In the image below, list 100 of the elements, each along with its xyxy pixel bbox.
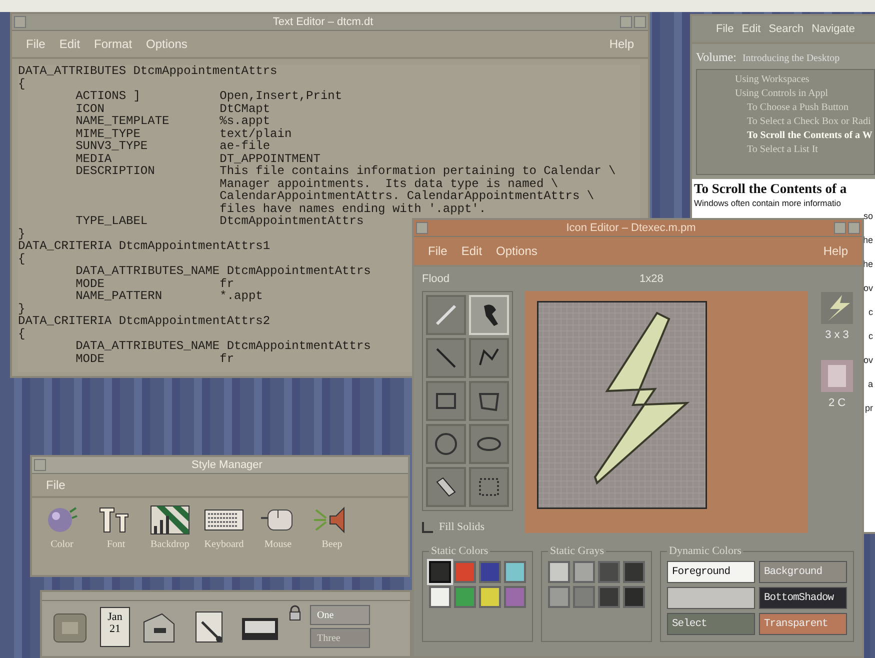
- topic-link[interactable]: To Scroll the Contents of a W: [747, 130, 872, 141]
- help-text-fragment: a: [868, 379, 873, 389]
- minimize-button[interactable]: [834, 222, 846, 234]
- shade-swatch[interactable]: [548, 561, 570, 583]
- menu-item[interactable]: Edit: [59, 37, 80, 51]
- help-text-fragment: pr: [864, 403, 873, 413]
- shade-swatch[interactable]: [623, 586, 645, 608]
- help-text-fragment: so: [863, 211, 873, 221]
- item-label: Color: [50, 539, 74, 550]
- code-line: {: [18, 328, 26, 340]
- fill-solids-checkbox[interactable]: Fill Solids: [422, 521, 513, 533]
- menu-item[interactable]: Options: [146, 37, 188, 51]
- shade-swatch[interactable]: [573, 561, 595, 583]
- eraser-icon[interactable]: [426, 467, 466, 507]
- backdrop-icon[interactable]: [150, 504, 190, 536]
- color-swatch[interactable]: [454, 586, 476, 608]
- pencil-icon[interactable]: [426, 295, 466, 335]
- flood-fill-icon[interactable]: [469, 295, 509, 335]
- lock-icon[interactable]: [288, 605, 302, 621]
- menu-item[interactable]: File: [26, 37, 46, 51]
- menu-item[interactable]: Options: [496, 244, 538, 258]
- menu-item[interactable]: Edit: [742, 23, 761, 35]
- polygon-icon[interactable]: [469, 381, 509, 421]
- item-label: Font: [106, 539, 126, 550]
- zoom-label: 3 x 3: [825, 329, 849, 341]
- code-line: DATA_ATTRIBUTES_NAME DtcmAppointmentAttrs: [74, 340, 371, 352]
- item-label: Beep: [322, 539, 342, 550]
- color-swatch[interactable]: [429, 561, 451, 583]
- polyline-icon[interactable]: [469, 338, 509, 378]
- maximize-button[interactable]: [634, 16, 646, 28]
- help-text-fragment: ov: [863, 283, 873, 293]
- window-menu-button[interactable]: [14, 16, 26, 28]
- select-icon[interactable]: [469, 467, 509, 507]
- shade-swatch[interactable]: [598, 561, 620, 583]
- topic-link[interactable]: To Select a List It: [747, 144, 818, 155]
- help-menu[interactable]: Help: [823, 244, 848, 258]
- code-line: DATA_CRITERIA DtcmAppointmentAttrs1: [18, 240, 270, 252]
- topic-link[interactable]: Using Controls in Appl: [735, 88, 828, 99]
- code-line: NAME_TEMPLATE %s.appt: [74, 115, 270, 128]
- code-line: Manager appointments. Its data type is named \: [218, 178, 558, 190]
- help-text-fragment: ov: [863, 355, 873, 365]
- window-menu-button[interactable]: [34, 459, 46, 471]
- group-label: Static Grays: [549, 545, 606, 557]
- code-line: ICON DtCMapt: [74, 102, 270, 115]
- menu-item[interactable]: Search: [768, 23, 804, 35]
- menu-item[interactable]: File: [428, 244, 448, 258]
- code-line: CalendarAppointmentAttrs. CalendarAppointmentAttrs \: [218, 190, 594, 202]
- dynamic-color-button[interactable]: Transparent: [759, 613, 847, 635]
- code-line: DESCRIPTION This file contains information pertaining to Calendar \: [74, 165, 616, 178]
- help-text-fragment: c: [868, 307, 873, 317]
- color-swatch[interactable]: [504, 586, 526, 608]
- menu-item[interactable]: Format: [94, 37, 132, 51]
- code-line: TYPE_LABEL DtcmAppointmentAttrs: [74, 215, 364, 228]
- shade-swatch[interactable]: [598, 586, 620, 608]
- color-swatch[interactable]: [504, 561, 526, 583]
- topic-link[interactable]: Using Workspaces: [735, 74, 810, 85]
- dynamic-color-button[interactable]: BottomShadow: [759, 587, 847, 609]
- window-title: Text Editor – dtcm.dt: [272, 16, 374, 28]
- color-count-label: 2 C: [828, 397, 846, 409]
- menu-item[interactable]: File: [46, 478, 66, 492]
- workspace-button[interactable]: Three: [310, 628, 370, 648]
- dynamic-color-button[interactable]: [667, 587, 755, 609]
- code-line: MODE fr: [74, 352, 234, 365]
- group-label: Static Colors: [430, 545, 490, 557]
- shade-swatch[interactable]: [548, 586, 570, 608]
- color-swatch[interactable]: [429, 586, 451, 608]
- shade-swatch[interactable]: [623, 561, 645, 583]
- dynamic-color-button[interactable]: Foreground: [667, 561, 755, 583]
- window-title: Style Manager: [190, 459, 264, 471]
- color-swatch[interactable]: [454, 561, 476, 583]
- color-swatch[interactable]: [479, 561, 501, 583]
- lightning-icon: [537, 301, 707, 509]
- calendar-icon[interactable]: Jan 21: [100, 606, 130, 646]
- icon-size: 1x28: [640, 273, 664, 285]
- menu-item[interactable]: Edit: [461, 244, 482, 258]
- dynamic-color-button[interactable]: Select: [667, 613, 755, 635]
- code-line: files have names ending with '.appt'.: [218, 202, 486, 215]
- rectangle-icon[interactable]: [426, 381, 466, 421]
- help-menu[interactable]: Help: [609, 37, 634, 51]
- code-line: NAME_PATTERN *.appt: [74, 290, 263, 302]
- minimize-button[interactable]: [620, 16, 632, 28]
- dynamic-color-button[interactable]: Background: [759, 561, 847, 583]
- item-label: Mouse: [264, 539, 292, 550]
- item-label: Backdrop: [150, 539, 190, 550]
- code-line: MIME_TYPE text/plain: [74, 128, 292, 140]
- topic-link[interactable]: To Select a Check Box or Radi: [747, 116, 871, 127]
- shade-swatch[interactable]: [573, 586, 595, 608]
- color-swatch[interactable]: [479, 586, 501, 608]
- menu-item[interactable]: Navigate: [812, 23, 855, 35]
- help-paragraph: Windows often contain more informatio: [694, 198, 841, 208]
- menu-item[interactable]: File: [716, 23, 734, 35]
- code-line: MEDIA DT_APPOINTMENT: [74, 152, 320, 165]
- workspace-button[interactable]: One: [310, 605, 370, 625]
- code-line: DATA_CRITERIA DtcmAppointmentAttrs2: [18, 315, 270, 328]
- window-menu-button[interactable]: [416, 222, 428, 234]
- drawing-canvas[interactable]: [525, 291, 808, 533]
- volume-label: Volume:: [696, 50, 736, 65]
- topic-link[interactable]: To Choose a Push Button: [747, 102, 849, 113]
- maximize-button[interactable]: [848, 222, 860, 234]
- window-title: Icon Editor – Dtexec.m.pm: [565, 222, 697, 234]
